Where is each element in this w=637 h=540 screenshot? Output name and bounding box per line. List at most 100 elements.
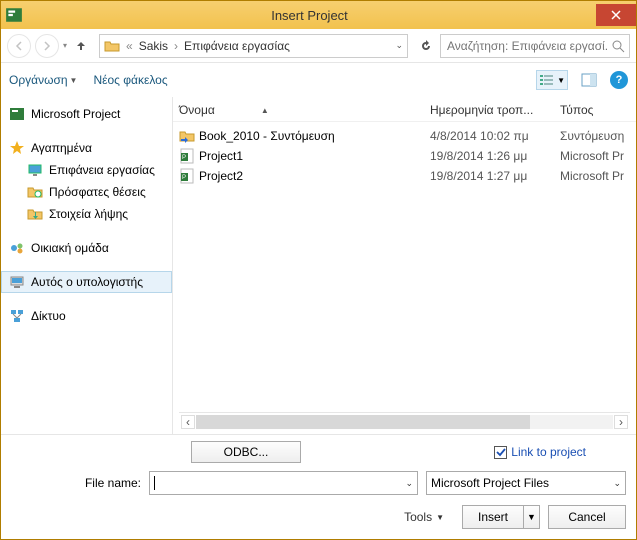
titlebar: Insert Project	[1, 1, 636, 29]
view-mode-button[interactable]: ▼	[536, 70, 568, 90]
file-date: 4/8/2014 10:02 πμ	[430, 129, 560, 143]
sidebar-item-label: Στοιχεία λήψης	[49, 207, 128, 221]
monitor-icon	[27, 162, 43, 178]
organize-menu[interactable]: Οργάνωση ▼	[9, 73, 77, 87]
filename-label: File name:	[81, 476, 141, 490]
tools-menu[interactable]: Tools ▼	[404, 510, 444, 524]
new-folder-button[interactable]: Νέος φάκελος	[93, 73, 167, 87]
filename-input[interactable]: ⌄	[149, 471, 418, 495]
forward-icon	[42, 41, 52, 51]
dialog-window: Insert Project ▾ « Sakis › Επιφάνεια εργ…	[0, 0, 637, 540]
network-icon	[9, 308, 25, 324]
file-date: 19/8/2014 1:27 μμ	[430, 169, 560, 183]
col-header-type[interactable]: Τύπος	[560, 103, 630, 117]
recent-dropdown[interactable]: ▾	[63, 41, 67, 50]
nav-row: ▾ « Sakis › Επιφάνεια εργασίας ⌄	[1, 29, 636, 63]
refresh-button[interactable]	[416, 36, 436, 56]
link-to-project-checkbox[interactable]: Link to project	[494, 445, 586, 459]
preview-pane-button[interactable]	[578, 70, 600, 90]
col-header-name[interactable]: Όνομα ▲	[179, 103, 430, 117]
help-icon: ?	[616, 74, 623, 86]
col-header-date[interactable]: Ημερομηνία τροπ...	[430, 103, 560, 117]
svg-text:P: P	[182, 155, 186, 161]
sidebar-item-downloads[interactable]: Στοιχεία λήψης	[1, 203, 172, 225]
shortcut-icon	[179, 128, 195, 144]
help-button[interactable]: ?	[610, 71, 628, 89]
sidebar-item-recent[interactable]: Πρόσφατες θέσεις	[1, 181, 172, 203]
sidebar-item-thispc[interactable]: Αυτός ο υπολογιστής	[1, 271, 172, 293]
chevron-down-icon: ▼	[557, 76, 565, 85]
preview-pane-icon	[581, 73, 597, 87]
insert-dropdown[interactable]: ▼	[523, 506, 539, 528]
app-icon	[5, 6, 23, 24]
star-icon	[9, 140, 25, 156]
project-file-icon: P	[179, 168, 195, 184]
breadcrumb[interactable]: « Sakis › Επιφάνεια εργασίας ⌄	[99, 34, 408, 58]
chevron-right-icon: ›	[172, 39, 180, 53]
col-label: Τύπος	[560, 103, 593, 117]
insert-button[interactable]: Insert ▼	[462, 505, 540, 529]
sidebar-item-label: Οικιακή ομάδα	[31, 241, 109, 255]
back-button[interactable]	[7, 34, 31, 58]
scroll-track[interactable]	[196, 415, 613, 429]
scroll-left-button[interactable]: ‹	[181, 415, 195, 429]
list-item[interactable]: P Project1 19/8/2014 1:26 μμ Microsoft P…	[179, 146, 630, 166]
checkbox-checked-icon	[494, 446, 507, 459]
file-type-filter[interactable]: Microsoft Project Files ⌄	[426, 471, 626, 495]
sidebar-item-label: Δίκτυο	[31, 309, 66, 323]
close-icon	[611, 10, 621, 20]
odbc-label: ODBC...	[224, 445, 269, 459]
sidebar-item-favorites[interactable]: Αγαπημένα	[1, 137, 172, 159]
scroll-right-button[interactable]: ›	[614, 415, 628, 429]
downloads-icon	[27, 206, 43, 222]
footer: ODBC... Link to project File name: ⌄ Mic…	[1, 434, 636, 539]
list-item[interactable]: P Project2 19/8/2014 1:27 μμ Microsoft P…	[179, 166, 630, 186]
organize-label: Οργάνωση	[9, 73, 68, 87]
horizontal-scrollbar[interactable]: ‹ ›	[179, 412, 630, 430]
sidebar-item-msproject[interactable]: Microsoft Project	[1, 103, 172, 125]
project-icon	[9, 106, 25, 122]
filter-label: Microsoft Project Files	[431, 476, 549, 490]
sidebar-item-desktop[interactable]: Επιφάνεια εργασίας	[1, 159, 172, 181]
col-label: Ημερομηνία τροπ...	[430, 103, 533, 117]
cancel-label: Cancel	[568, 510, 605, 524]
file-name: Project1	[199, 149, 430, 163]
breadcrumb-dropdown[interactable]: ⌄	[395, 40, 403, 51]
chevron-down-icon: ▼	[436, 513, 444, 522]
toolbar: Οργάνωση ▼ Νέος φάκελος ▼ ?	[1, 63, 636, 97]
recent-icon	[27, 184, 43, 200]
sidebar: Microsoft Project Αγαπημένα Επιφάνεια ερ…	[1, 97, 173, 434]
search-icon	[611, 39, 625, 53]
scroll-thumb[interactable]	[196, 415, 530, 429]
homegroup-icon	[9, 240, 25, 256]
svg-text:P: P	[182, 175, 186, 181]
list-view-icon	[539, 73, 555, 87]
file-list: Book_2010 - Συντόμευση 4/8/2014 10:02 πμ…	[173, 122, 636, 412]
filename-field[interactable]	[155, 475, 405, 491]
search-input[interactable]	[445, 38, 611, 54]
close-button[interactable]	[596, 4, 636, 26]
sidebar-item-homegroup[interactable]: Οικιακή ομάδα	[1, 237, 172, 259]
up-button[interactable]	[71, 36, 91, 56]
breadcrumb-sep: «	[124, 39, 135, 53]
file-name: Project2	[199, 169, 430, 183]
up-icon	[75, 40, 87, 52]
list-item[interactable]: Book_2010 - Συντόμευση 4/8/2014 10:02 πμ…	[179, 126, 630, 146]
sidebar-item-label: Αυτός ο υπολογιστής	[31, 275, 143, 289]
cancel-button[interactable]: Cancel	[548, 505, 626, 529]
back-icon	[14, 41, 24, 51]
search-box[interactable]	[440, 34, 630, 58]
odbc-button[interactable]: ODBC...	[191, 441, 301, 463]
forward-button[interactable]	[35, 34, 59, 58]
sidebar-item-network[interactable]: Δίκτυο	[1, 305, 172, 327]
refresh-icon	[419, 39, 433, 53]
sidebar-item-label: Microsoft Project	[31, 107, 120, 121]
new-folder-label: Νέος φάκελος	[93, 73, 167, 87]
breadcrumb-part[interactable]: Επιφάνεια εργασίας	[184, 39, 290, 53]
file-type: Microsoft Pr	[560, 169, 630, 183]
chevron-down-icon: ▼	[70, 76, 78, 85]
chevron-down-icon[interactable]: ⌄	[613, 478, 621, 489]
breadcrumb-part[interactable]: Sakis	[139, 39, 168, 53]
chevron-down-icon[interactable]: ⌄	[405, 478, 413, 489]
folder-icon	[104, 38, 120, 54]
